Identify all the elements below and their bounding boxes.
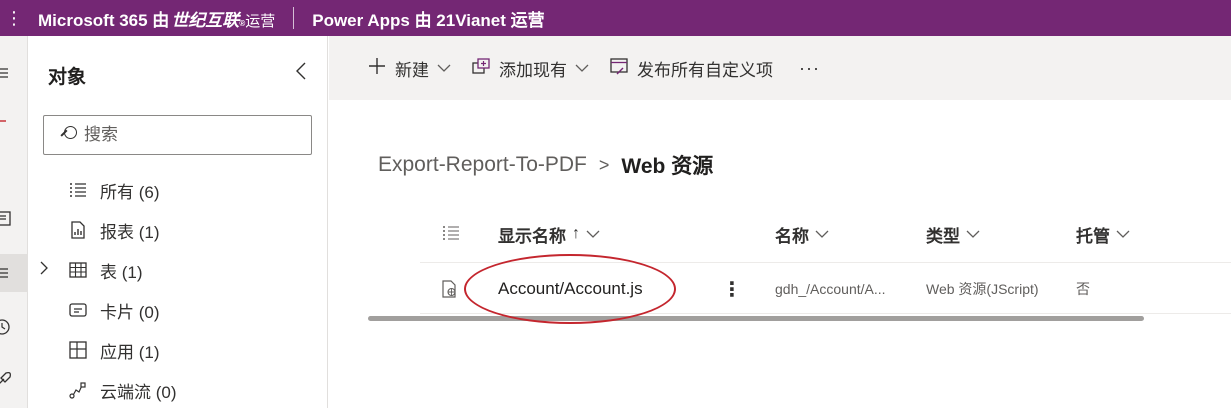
brand-prefix: Microsoft 365 由 <box>38 10 170 30</box>
table-row[interactable]: Account/Account.js ⋮ gdh_/Account/A... W… <box>420 262 1231 314</box>
plus-icon <box>367 56 387 80</box>
chevron-down-icon <box>1116 227 1130 242</box>
breadcrumb-separator: > <box>598 154 610 175</box>
chevron-down-icon <box>966 227 980 242</box>
tree-item-all[interactable]: 所有 (6) <box>28 173 328 207</box>
chevron-left-icon <box>296 62 306 80</box>
rail-menu-icon[interactable] <box>0 54 28 92</box>
search-input[interactable] <box>84 125 284 145</box>
app-launcher-icon[interactable]: ⋮ <box>0 0 28 36</box>
rail-book-icon[interactable] <box>0 200 28 238</box>
report-icon <box>68 220 88 240</box>
publish-all-button[interactable]: 发布所有自定义项 <box>609 56 773 81</box>
card-icon <box>68 300 88 320</box>
column-header-type[interactable]: 类型 <box>926 212 980 256</box>
objects-title: 对象 <box>48 67 87 88</box>
brand-title: Microsoft 365 由 世纪互联 ® 运营 <box>38 6 275 31</box>
column-header-name[interactable]: 名称 <box>775 212 829 256</box>
column-header-display-name[interactable]: 显示名称 ↑ <box>498 212 600 256</box>
publish-all-label: 发布所有自定义项 <box>637 60 773 80</box>
add-existing-label: 添加现有 <box>499 60 567 80</box>
column-label: 名称 <box>775 226 809 246</box>
rail-line-icon[interactable] <box>0 102 28 140</box>
tree-item-cloud-flows[interactable]: 云端流 (0) <box>28 373 328 407</box>
table-icon <box>68 260 88 280</box>
column-label: 显示名称 <box>498 226 566 246</box>
chevron-down-icon <box>575 61 589 76</box>
breadcrumb: Export-Report-To-PDF > Web 资源 <box>378 150 713 180</box>
column-header-managed[interactable]: 托管 <box>1076 212 1130 256</box>
tree-item-reports[interactable]: 报表 (1) <box>28 213 328 247</box>
row-managed: 否 <box>1076 281 1090 297</box>
row-more-icon[interactable]: ⋮ <box>722 277 742 301</box>
chevron-down-icon <box>586 227 600 242</box>
column-label: 托管 <box>1076 226 1110 246</box>
tree-item-label: 所有 (6) <box>100 182 160 202</box>
chevron-down-icon <box>437 61 451 76</box>
select-all-icon[interactable] <box>442 224 460 242</box>
breadcrumb-parent[interactable]: Export-Report-To-PDF <box>378 153 587 177</box>
brand-partner: 世纪互联 <box>171 10 240 30</box>
app-title[interactable]: Power Apps 由 21Vianet 运营 <box>312 6 544 31</box>
flow-icon <box>68 380 88 400</box>
collapse-panel-button[interactable] <box>290 60 312 82</box>
column-header-truncated[interactable] <box>1223 212 1231 256</box>
search-icon <box>58 125 78 145</box>
tree-item-label: 应用 (1) <box>100 342 160 362</box>
top-bar: ⋮ Microsoft 365 由 世纪互联 ® 运营 Power Apps 由… <box>0 0 1231 36</box>
new-button[interactable]: 新建 <box>367 56 451 81</box>
tree-item-label: 表 (1) <box>100 262 143 282</box>
topbar-divider <box>293 7 295 29</box>
tree-item-label: 云端流 (0) <box>100 382 177 402</box>
web-resource-icon <box>442 280 458 298</box>
grid-header: 显示名称 ↑ 名称 类型 托管 <box>420 212 1231 256</box>
sort-ascending-icon: ↑ <box>572 225 580 242</box>
tree-item-label: 卡片 (0) <box>100 302 160 322</box>
row-display-name[interactable]: Account/Account.js <box>498 263 643 315</box>
add-existing-button[interactable]: 添加现有 <box>471 56 589 81</box>
column-label: 类型 <box>926 226 960 246</box>
tree-item-tables[interactable]: 表 (1) <box>28 253 328 287</box>
rail-rocket-icon[interactable] <box>0 360 28 398</box>
more-commands-button[interactable]: ··· <box>799 58 820 79</box>
tree-item-cards[interactable]: 卡片 (0) <box>28 293 328 327</box>
tree-item-label: 报表 (1) <box>100 222 160 242</box>
list-icon <box>68 180 88 200</box>
horizontal-scrollbar[interactable] <box>368 316 1144 321</box>
rail-solutions-icon[interactable] <box>0 254 28 292</box>
brand-suffix: 运营 <box>245 12 276 30</box>
new-label: 新建 <box>395 60 429 80</box>
breadcrumb-current: Web 资源 <box>621 155 714 178</box>
rail-history-icon[interactable] <box>0 308 28 346</box>
add-existing-icon <box>471 56 491 80</box>
objects-panel: 对象 所有 (6) 报表 (1) 表 (1) <box>28 36 328 408</box>
row-type: Web 资源(JScript) <box>926 281 1039 297</box>
tree-item-apps[interactable]: 应用 (1) <box>28 333 328 367</box>
publish-icon <box>609 56 629 80</box>
row-name: gdh_/Account/A... <box>775 281 886 297</box>
chevron-down-icon <box>815 227 829 242</box>
app-icon <box>68 340 88 360</box>
chevron-right-icon[interactable] <box>40 261 48 279</box>
left-rail <box>0 36 28 408</box>
search-box[interactable] <box>43 115 312 155</box>
command-bar: 新建 添加现有 发布所有自定义项 ··· <box>329 36 1231 100</box>
